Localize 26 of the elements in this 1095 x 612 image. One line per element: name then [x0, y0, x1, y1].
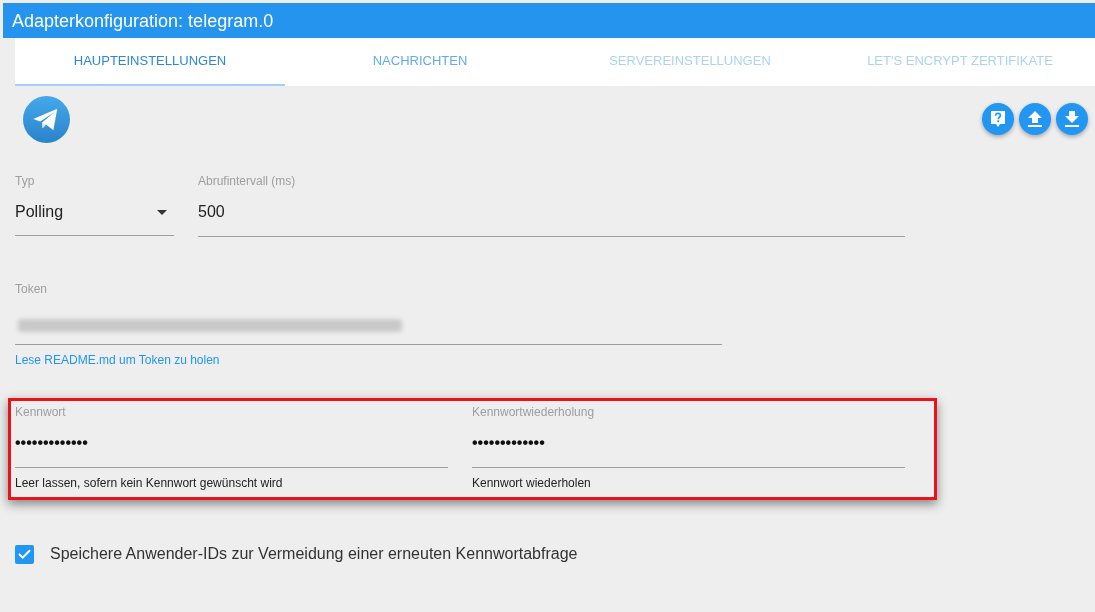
field-label: Kennwort	[15, 405, 67, 419]
password-input[interactable]: •••••••••••••	[15, 427, 448, 468]
field-label: Token	[15, 282, 49, 296]
tab[interactable]: NACHRICHTEN	[285, 38, 555, 86]
checkmark-icon	[18, 549, 31, 559]
help-icon	[990, 110, 1006, 128]
tab[interactable]: HAUPTEINSTELLUNGEN	[15, 38, 285, 86]
password-input[interactable]: •••••••••••••	[472, 427, 905, 468]
type-select[interactable]: Polling	[15, 196, 174, 236]
checkbox[interactable]	[15, 544, 34, 564]
field-label: Abrufintervall (ms)	[198, 174, 297, 188]
caret-icon	[157, 210, 167, 215]
readme-link[interactable]: Lese README.md um Token zu holen	[15, 353, 220, 367]
field-label: Kennwortwiederholung	[472, 405, 596, 419]
helper-text: Kennwort wiederholen	[472, 476, 592, 490]
help-button[interactable]	[982, 103, 1014, 135]
paper-plane-logo	[23, 96, 70, 143]
upload-icon	[1028, 111, 1042, 127]
interval-input[interactable]: 500	[198, 196, 905, 237]
checkbox-label: Speichere Anwender-IDs zur Vermeidung einer erneuten Kennwortabfrage	[50, 544, 578, 564]
helper-text: Leer lassen, sofern kein Kennwort gewünscht wird	[15, 476, 284, 490]
window-title: Adapterkonfiguration: telegram.0	[12, 9, 274, 32]
field-label: Typ	[15, 174, 36, 188]
download-icon	[1065, 111, 1079, 127]
download-button[interactable]	[1056, 103, 1088, 135]
upload-button[interactable]	[1019, 103, 1051, 135]
